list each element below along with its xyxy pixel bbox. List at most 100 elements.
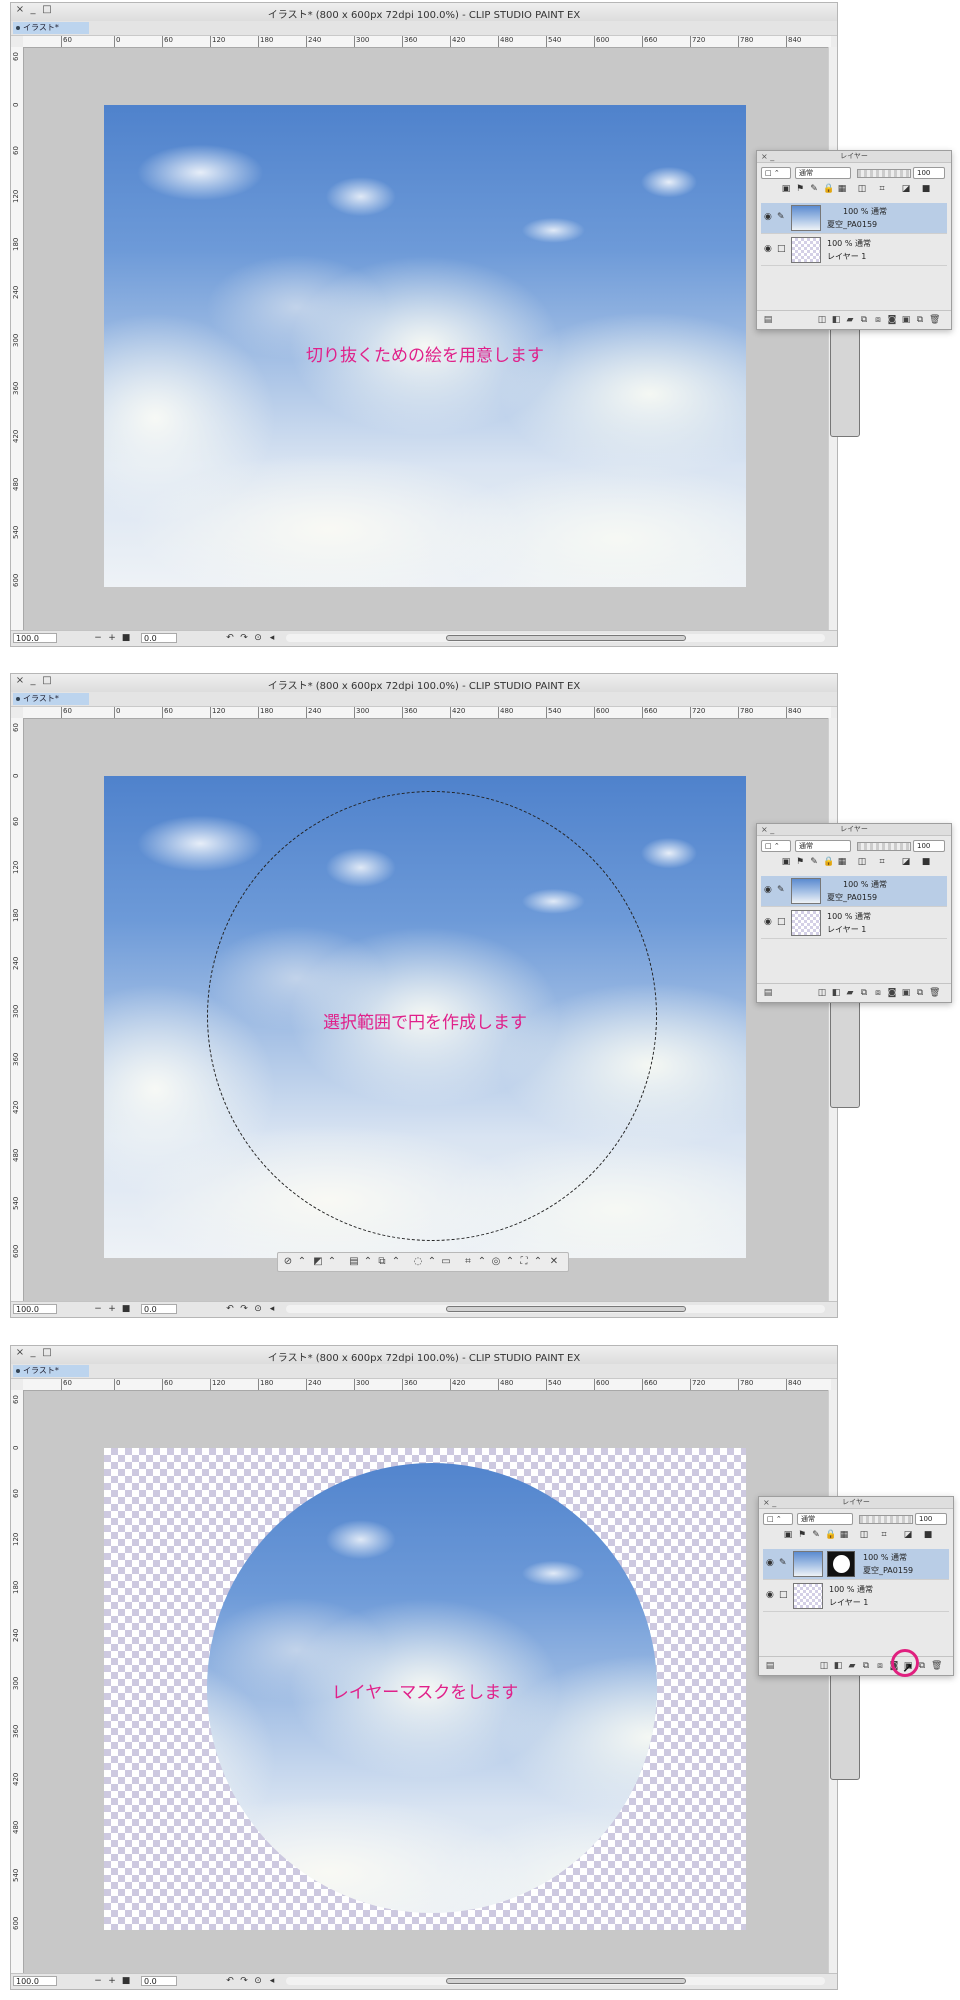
reset-rotation-icon[interactable]: ⊙: [253, 633, 263, 643]
layer-row[interactable]: ◉ ✎ 100 % 通常 夏空_PA0159: [761, 203, 947, 234]
deselect-icon[interactable]: ⊘: [282, 1256, 294, 1268]
blend-mode-select[interactable]: 通常: [797, 1513, 853, 1525]
flip-icon[interactable]: ◂: [267, 633, 277, 643]
trash-icon[interactable]: 🗑: [929, 988, 940, 998]
eye-icon[interactable]: ◉: [766, 1558, 776, 1568]
blend-mode-select[interactable]: 通常: [795, 840, 851, 852]
rotate-right-icon[interactable]: ↷: [239, 1304, 249, 1314]
reset-rotation-icon[interactable]: ⊙: [253, 1976, 263, 1986]
rotate-left-icon[interactable]: ↶: [225, 633, 235, 643]
menu-icon[interactable]: ▤: [763, 988, 773, 998]
layer-row[interactable]: ◉ ✎ 100 % 通常 夏空_PA0159: [761, 876, 947, 907]
chevron-icon[interactable]: ⌃: [532, 1256, 544, 1268]
settings-icon[interactable]: ✕: [548, 1256, 560, 1268]
rotation-field[interactable]: 0.0: [141, 1304, 177, 1314]
lock-alpha-icon[interactable]: ▦: [837, 184, 847, 194]
flip-icon[interactable]: ◂: [267, 1976, 277, 1986]
new-vector-layer-icon[interactable]: ◧: [833, 1661, 843, 1671]
new-vector-layer-icon[interactable]: ◧: [831, 315, 841, 325]
lock-alpha-icon[interactable]: ▦: [839, 1530, 849, 1540]
rotate-left-icon[interactable]: ↶: [225, 1976, 235, 1986]
draft-icon[interactable]: ✎: [809, 184, 819, 194]
lock-icon[interactable]: 🔒: [825, 1530, 836, 1540]
zoom-field[interactable]: 100.0: [13, 1304, 57, 1314]
layer-row[interactable]: ◉ □ 100 % 通常 レイヤー 1: [761, 235, 947, 266]
eye-icon[interactable]: ◉: [764, 244, 774, 254]
lock-icon[interactable]: 🔒: [823, 184, 834, 194]
reference-icon[interactable]: ⚑: [795, 184, 805, 194]
layer-row[interactable]: ◉ □ 100 % 通常 レイヤー 1: [761, 908, 947, 939]
scroll-thumb[interactable]: [446, 1306, 686, 1312]
new-raster-layer-icon[interactable]: ◫: [817, 988, 827, 998]
close-icon[interactable]: × _: [761, 825, 774, 834]
tab-illustration[interactable]: イラスト*: [13, 22, 89, 34]
opacity-slider[interactable]: [857, 842, 911, 851]
chevron-icon[interactable]: ⌃: [426, 1256, 438, 1268]
layer-color-icon[interactable]: ■: [921, 857, 931, 867]
lock-checkbox-icon[interactable]: □: [777, 917, 787, 927]
vertical-scrollbar[interactable]: [828, 47, 860, 631]
ruler-icon[interactable]: ⌗: [879, 1530, 889, 1540]
eye-icon[interactable]: ◉: [764, 212, 774, 222]
pen-icon[interactable]: ✎: [777, 212, 787, 222]
stop-icon[interactable]: ■: [121, 633, 131, 643]
opacity-field[interactable]: 100: [915, 1513, 947, 1525]
opacity-field[interactable]: 100: [913, 167, 945, 179]
mask-icon[interactable]: ◙: [887, 988, 897, 998]
scroll-thumb[interactable]: [446, 1978, 686, 1984]
layer-row[interactable]: ◉ ✎ 100 % 通常 夏空_PA0159: [763, 1549, 949, 1580]
new-raster-layer-icon[interactable]: ◫: [817, 315, 827, 325]
close-icon[interactable]: × _: [763, 1498, 776, 1507]
vertical-scrollbar[interactable]: [828, 1390, 860, 1974]
reference-icon[interactable]: ⚑: [795, 857, 805, 867]
zoom-out-icon[interactable]: −: [93, 1304, 103, 1314]
stamp-icon[interactable]: ▭: [440, 1256, 452, 1268]
eye-icon[interactable]: ◉: [764, 917, 774, 927]
zoom-in-icon[interactable]: +: [107, 633, 117, 643]
clear-icon[interactable]: ▤: [348, 1256, 360, 1268]
chevron-icon[interactable]: ⌃: [362, 1256, 374, 1268]
fill-icon[interactable]: ⛶: [518, 1256, 530, 1268]
chevron-icon[interactable]: ⌃: [504, 1256, 516, 1268]
draft-icon[interactable]: ✎: [809, 857, 819, 867]
convert-icon[interactable]: ◎: [490, 1256, 502, 1268]
stop-icon[interactable]: ■: [121, 1304, 131, 1314]
lock-checkbox-icon[interactable]: □: [777, 244, 787, 254]
new-folder-icon[interactable]: ▰: [845, 315, 855, 325]
horizontal-scrollbar[interactable]: [286, 634, 825, 642]
invert-selection-icon[interactable]: ◩: [312, 1256, 324, 1268]
color-icon[interactable]: ◪: [901, 184, 911, 194]
crop-icon[interactable]: ⌗: [462, 1256, 474, 1268]
trash-icon[interactable]: 🗑: [931, 1661, 942, 1671]
color-icon[interactable]: ◪: [903, 1530, 913, 1540]
rotate-right-icon[interactable]: ↷: [239, 633, 249, 643]
combine-icon[interactable]: ⧈: [873, 315, 883, 325]
tab-illustration[interactable]: イラスト*: [13, 693, 89, 705]
mask-enable-icon[interactable]: ◫: [859, 1530, 869, 1540]
zoom-out-icon[interactable]: −: [93, 633, 103, 643]
lock-checkbox-icon[interactable]: □: [779, 1590, 789, 1600]
chevron-icon[interactable]: ⌃: [390, 1256, 402, 1268]
transfer-down-icon[interactable]: ⧉: [859, 315, 869, 325]
transfer-down-icon[interactable]: ⧉: [861, 1661, 871, 1671]
opacity-field[interactable]: 100: [913, 840, 945, 852]
clip-icon[interactable]: ▣: [781, 184, 791, 194]
clip-icon[interactable]: ▣: [783, 1530, 793, 1540]
layer-color-icon[interactable]: ■: [923, 1530, 933, 1540]
chevron-icon[interactable]: ⌃: [476, 1256, 488, 1268]
combine-icon[interactable]: ⧈: [873, 988, 883, 998]
ruler-icon[interactable]: ⌗: [877, 184, 887, 194]
close-icon[interactable]: × _: [761, 152, 774, 161]
scroll-thumb[interactable]: [446, 635, 686, 641]
zoom-field[interactable]: 100.0: [13, 633, 57, 643]
new-raster-layer-icon[interactable]: ◫: [819, 1661, 829, 1671]
new-folder-icon[interactable]: ▰: [845, 988, 855, 998]
zoom-field[interactable]: 100.0: [13, 1976, 57, 1986]
color-icon[interactable]: ◪: [901, 857, 911, 867]
pen-icon[interactable]: ✎: [779, 1558, 789, 1568]
new-folder-icon[interactable]: ▰: [847, 1661, 857, 1671]
opacity-slider[interactable]: [857, 169, 911, 178]
pen-icon[interactable]: ✎: [777, 885, 787, 895]
horizontal-scrollbar[interactable]: [286, 1305, 825, 1313]
menu-icon[interactable]: ▤: [765, 1661, 775, 1671]
